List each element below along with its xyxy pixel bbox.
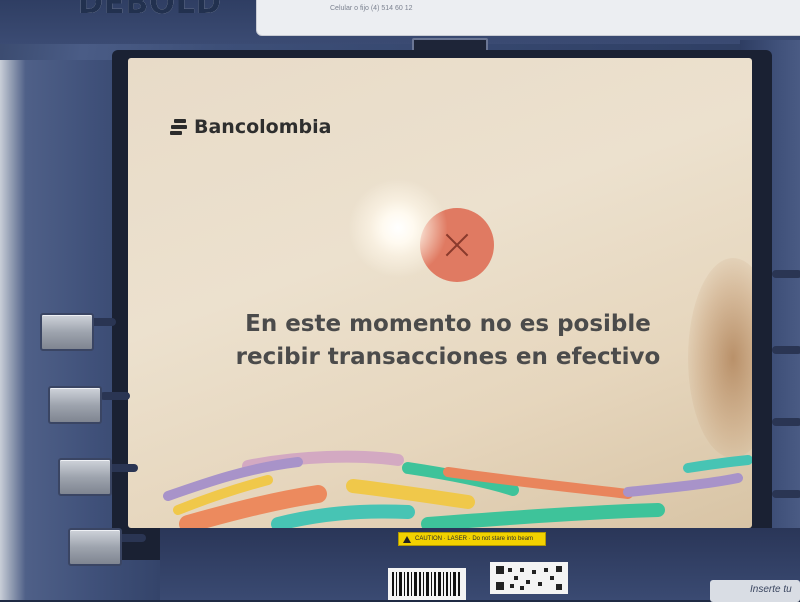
key-slot [772,346,800,354]
side-key-left-3[interactable] [58,458,112,496]
side-key-left-2[interactable] [48,386,102,424]
caution-text: CAUTION · LASER · Do not stare into beam [415,536,534,542]
bancolombia-logo-icon [170,119,188,135]
error-message-line1: En este momento no es posible [245,311,651,337]
caution-label: CAUTION · LASER · Do not stare into beam [398,532,546,546]
bank-name: Bancolombia [194,116,332,138]
error-message: En este momento no es posible recibir tr… [168,308,728,374]
decorative-stripes [163,450,752,528]
sticker-text: Celular o fijo (4) 514 60 12 [330,5,413,12]
qr-code-label [490,562,568,594]
key-slot [100,392,130,400]
key-slot [772,418,800,426]
barcode-label [388,568,466,600]
atm-screen: Bancolombia En este momento no es posibl… [128,58,752,528]
side-key-left-4[interactable] [68,528,122,566]
warning-triangle-icon [403,535,411,543]
error-message-line2: recibir transacciones en efectivo [235,344,661,370]
key-slot [108,464,138,472]
screen-glare [348,178,448,278]
insert-card-label: Inserte tu [710,580,800,602]
bank-logo: Bancolombia [170,116,331,138]
key-slot [772,490,800,498]
key-slot [772,270,800,278]
atm-brand: DEBOLD [78,0,222,21]
side-key-left-1[interactable] [40,313,94,351]
